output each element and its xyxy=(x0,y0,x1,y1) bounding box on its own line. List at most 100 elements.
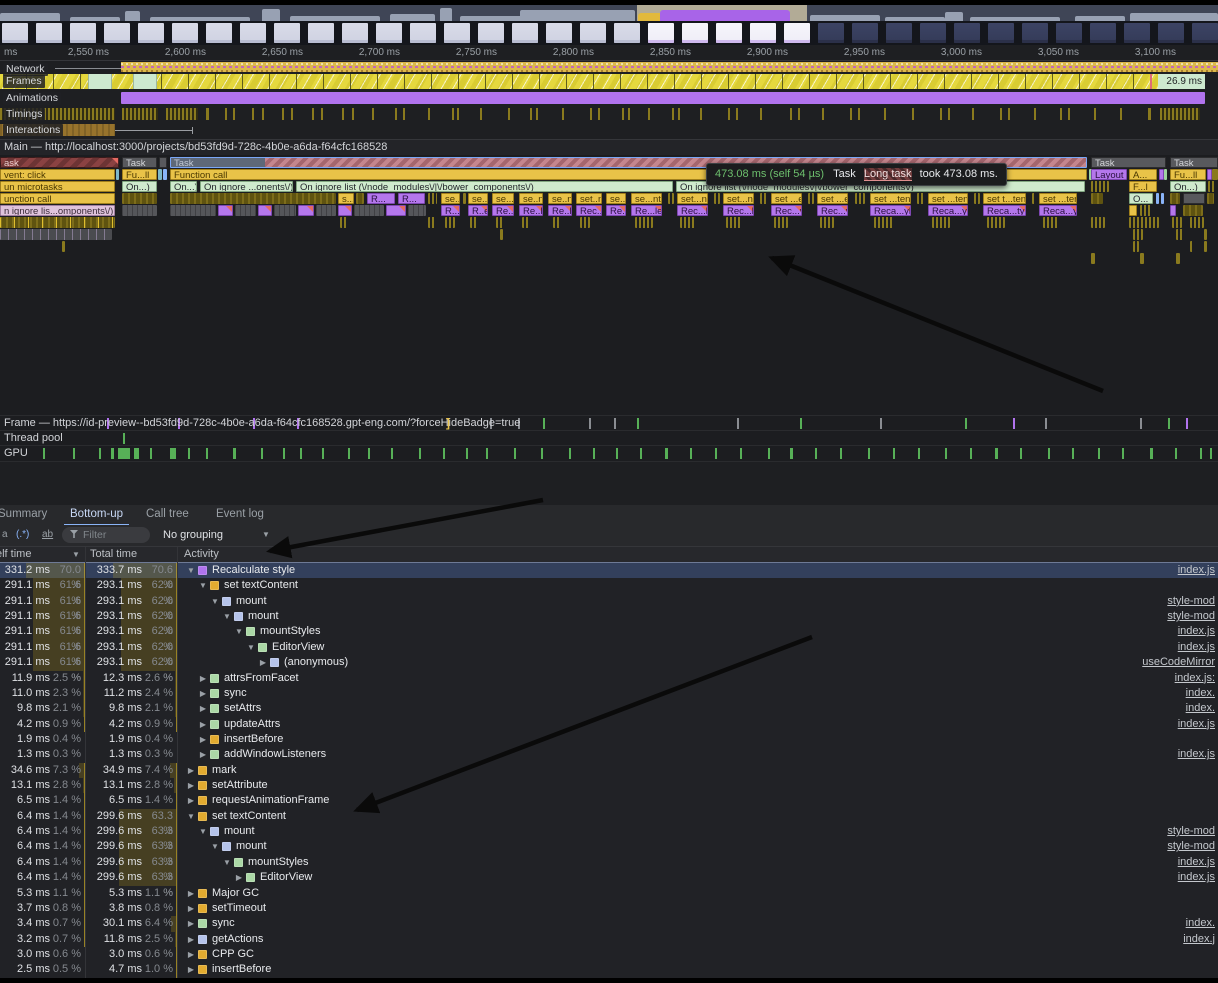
flame-block[interactable]: se...t xyxy=(441,193,460,204)
flame-block[interactable] xyxy=(1140,205,1152,216)
frame-duration-badge[interactable]: 26.9 ms xyxy=(1158,74,1205,89)
table-row[interactable]: 291.1 ms61.6 %293.1 ms62.0 %▼EditorViewi… xyxy=(0,640,1218,655)
frame-idle-block[interactable] xyxy=(133,74,157,89)
flame-block[interactable] xyxy=(874,217,894,228)
flame-block[interactable]: Re..le xyxy=(548,205,572,216)
activity-label[interactable]: setAttribute xyxy=(212,778,268,793)
expand-icon[interactable]: ▶ xyxy=(186,793,196,808)
flame-block[interactable]: set ...tent xyxy=(870,193,911,204)
filmstrip-thumbnail[interactable] xyxy=(614,23,640,43)
flame-block[interactable]: Rec..le xyxy=(576,205,602,216)
flame-block[interactable]: Re..e xyxy=(492,205,514,216)
flame-block[interactable] xyxy=(1133,229,1143,240)
source-link[interactable]: style-mod xyxy=(1167,824,1215,839)
whole-word-icon[interactable]: ab xyxy=(42,527,53,543)
flame-block[interactable] xyxy=(1091,193,1103,204)
filmstrip-thumbnail[interactable] xyxy=(240,23,266,43)
table-row[interactable]: 13.1 ms2.8 %13.1 ms2.8 %▶setAttribute xyxy=(0,778,1218,793)
filmstrip-thumbnail[interactable] xyxy=(784,23,810,43)
activity-label[interactable]: setTimeout xyxy=(212,901,266,916)
activity-label[interactable]: getActions xyxy=(212,932,263,947)
filmstrip-thumbnail[interactable] xyxy=(988,23,1014,43)
filmstrip-thumbnail[interactable] xyxy=(104,23,130,43)
table-row[interactable]: 4.2 ms0.9 %4.2 ms0.9 %▶updateAttrsindex.… xyxy=(0,717,1218,732)
flame-block[interactable]: Rec...le xyxy=(723,205,754,216)
flame-block[interactable] xyxy=(316,205,336,216)
filmstrip-thumbnail[interactable] xyxy=(410,23,436,43)
collapse-icon[interactable]: ▼ xyxy=(186,563,196,578)
flame-block[interactable]: un microtasks xyxy=(0,181,115,192)
table-row[interactable]: 11.0 ms2.3 %11.2 ms2.4 %▶syncindex. xyxy=(0,686,1218,701)
flame-block[interactable] xyxy=(158,169,162,180)
table-row[interactable]: 11.9 ms2.5 %12.3 ms2.6 %▶attrsFromFaceti… xyxy=(0,671,1218,686)
collapse-icon[interactable]: ▼ xyxy=(234,624,244,639)
table-row[interactable]: 6.4 ms1.4 %299.6 ms63.3 %▼mountstyle-mod xyxy=(0,839,1218,854)
flame-block[interactable] xyxy=(714,193,720,204)
flame-block[interactable]: unction call xyxy=(0,193,115,204)
activity-label[interactable]: mount xyxy=(224,824,255,839)
flame-block[interactable] xyxy=(354,205,384,216)
flame-block[interactable] xyxy=(987,217,1005,228)
flame-block[interactable] xyxy=(1140,253,1144,264)
regex-icon[interactable]: (.*) xyxy=(16,527,29,543)
filmstrip-thumbnail[interactable] xyxy=(648,23,674,43)
activity-label[interactable]: EditorView xyxy=(260,870,312,885)
activity-label[interactable]: set textContent xyxy=(224,578,298,593)
flame-block[interactable]: vent: click xyxy=(0,169,115,180)
tab-call-tree[interactable]: Call tree xyxy=(140,505,195,524)
overview-cpu-strip[interactable] xyxy=(0,5,1218,21)
filmstrip-thumbnail[interactable] xyxy=(138,23,164,43)
filmstrip-thumbnail[interactable] xyxy=(70,23,96,43)
sort-arrow-icon[interactable]: ▼ xyxy=(72,547,80,562)
filmstrip-thumbnail[interactable] xyxy=(308,23,334,43)
activity-label[interactable]: set textContent xyxy=(212,809,286,824)
source-link[interactable]: style-mod xyxy=(1167,609,1215,624)
expand-icon[interactable]: ▶ xyxy=(186,778,196,793)
source-link[interactable]: style-mod xyxy=(1167,839,1215,854)
expand-icon[interactable]: ▶ xyxy=(186,763,196,778)
flame-block[interactable] xyxy=(1043,217,1059,228)
flame-block[interactable] xyxy=(1176,253,1180,264)
flame-block[interactable]: On...) xyxy=(170,181,197,192)
flame-block[interactable]: O... xyxy=(1129,193,1153,204)
flame-block[interactable]: Rec...yle xyxy=(817,205,848,216)
table-row[interactable]: 3.7 ms0.8 %3.8 ms0.8 %▶setTimeout xyxy=(0,901,1218,916)
flame-block[interactable]: R... xyxy=(367,193,395,204)
filmstrip-thumbnail[interactable] xyxy=(342,23,368,43)
track-timings[interactable]: Timings xyxy=(0,106,1218,122)
flame-block[interactable] xyxy=(0,229,112,240)
tab-event-log[interactable]: Event log xyxy=(210,505,270,524)
filmstrip-thumbnail[interactable] xyxy=(954,23,980,43)
flame-block[interactable] xyxy=(1091,217,1105,228)
flame-block[interactable] xyxy=(500,229,503,240)
network-activity-bar[interactable] xyxy=(121,62,1218,72)
tooltip-long-task-link[interactable]: Long task xyxy=(864,168,912,181)
track-interactions[interactable]: Interactions xyxy=(0,122,1218,138)
flame-block[interactable]: se..t xyxy=(468,193,488,204)
flame-block[interactable] xyxy=(668,193,674,204)
flame-block[interactable]: s...t xyxy=(338,193,354,204)
track-thread-pool[interactable]: Thread pool xyxy=(0,430,1218,446)
source-link[interactable]: index.js: xyxy=(1175,671,1215,686)
filmstrip-thumbnail[interactable] xyxy=(1022,23,1048,43)
flame-block[interactable] xyxy=(1129,217,1159,228)
flame-block[interactable]: Reca...tyle xyxy=(983,205,1026,216)
flame-block[interactable]: set..nt xyxy=(576,193,602,204)
flame-block[interactable]: R..e xyxy=(468,205,488,216)
flame-block[interactable]: Re.le xyxy=(606,205,626,216)
filmstrip-thumbnail[interactable] xyxy=(376,23,402,43)
frames-hatched-bar[interactable] xyxy=(0,74,1205,89)
frame-idle-block[interactable] xyxy=(88,74,112,89)
main-thread-header[interactable]: Main — http://localhost:3000/projects/bd… xyxy=(0,139,1218,156)
activity-label[interactable]: attrsFromFacet xyxy=(224,671,299,686)
source-link[interactable]: useCodeMirror xyxy=(1142,655,1215,670)
flame-block[interactable]: R... xyxy=(398,193,425,204)
flame-block[interactable]: Layout xyxy=(1091,169,1127,180)
flame-block[interactable] xyxy=(580,217,590,228)
filmstrip-thumbnail[interactable] xyxy=(1090,23,1116,43)
table-row[interactable]: 1.3 ms0.3 %1.3 ms0.3 %▶addWindowListener… xyxy=(0,747,1218,762)
flame-block[interactable] xyxy=(1133,241,1139,252)
flame-block[interactable] xyxy=(0,217,115,228)
source-link[interactable]: index.js xyxy=(1178,563,1215,578)
filmstrip-thumbnail[interactable] xyxy=(852,23,878,43)
